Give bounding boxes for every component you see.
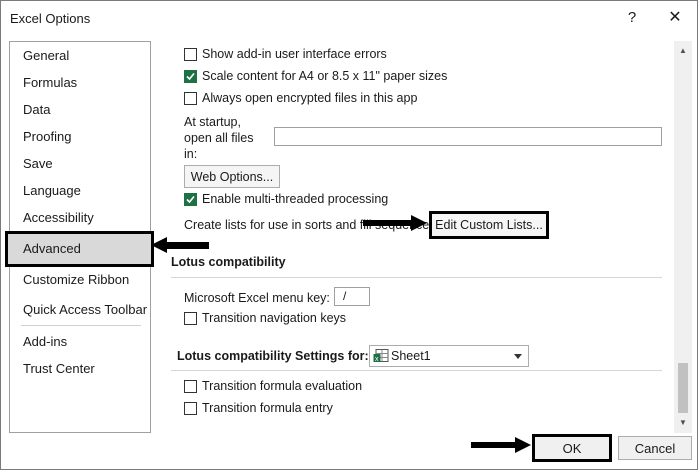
advanced-options-panel: Show add-in user interface errors Scale …: [171, 41, 677, 433]
help-icon[interactable]: ?: [620, 7, 644, 29]
sidebar-divider: [21, 325, 141, 326]
sidebar-item-advanced[interactable]: Advanced: [5, 231, 154, 267]
scale-content-checkbox[interactable]: [184, 69, 197, 83]
startup-label-line-2: open all files: [184, 131, 254, 145]
cancel-button[interactable]: Cancel: [618, 436, 692, 460]
excel-options-dialog: Excel Options ? ✕ General Formulas Data …: [0, 0, 698, 470]
always-open-encrypted-label: Always open encrypted files in this app: [202, 91, 418, 105]
always-open-encrypted-checkbox[interactable]: [184, 91, 197, 105]
sidebar-item-accessibility[interactable]: Accessibility: [10, 206, 150, 230]
show-addin-errors-label: Show add-in user interface errors: [202, 47, 387, 61]
sidebar-item-customize-ribbon[interactable]: Customize Ribbon: [10, 268, 150, 292]
scrollbar-thumb[interactable]: [678, 363, 688, 413]
title-bar: Excel Options ? ✕: [1, 1, 697, 35]
transition-formula-eval-row[interactable]: Transition formula evaluation: [184, 379, 362, 393]
menu-key-input[interactable]: /: [334, 287, 370, 306]
always-open-encrypted-row[interactable]: Always open encrypted files in this app: [184, 91, 417, 105]
transition-formula-entry-row[interactable]: Transition formula entry: [184, 401, 333, 415]
arrow-pointer-icon: [363, 215, 427, 231]
scale-content-row[interactable]: Scale content for A4 or 8.5 x 11" paper …: [184, 69, 447, 83]
edit-custom-lists-button[interactable]: Edit Custom Lists...: [429, 211, 549, 239]
transition-formula-eval-label: Transition formula evaluation: [202, 379, 363, 393]
scale-content-label: Scale content for A4 or 8.5 x 11" paper …: [202, 69, 448, 83]
section-divider: [171, 370, 662, 371]
show-addin-errors-checkbox[interactable]: [184, 47, 197, 61]
sidebar-item-data[interactable]: Data: [10, 98, 150, 122]
scroll-up-icon[interactable]: ▲: [674, 43, 692, 59]
sidebar-item-trust-center[interactable]: Trust Center: [10, 357, 150, 381]
transition-formula-eval-checkbox[interactable]: [184, 379, 197, 393]
transition-formula-entry-checkbox[interactable]: [184, 401, 197, 415]
options-sidebar: General Formulas Data Proofing Save Lang…: [5, 41, 154, 433]
multi-threaded-row[interactable]: Enable multi-threaded processing: [184, 192, 388, 206]
lotus-settings-heading: Lotus compatibility Settings for:: [177, 349, 369, 363]
show-addin-errors-row[interactable]: Show add-in user interface errors: [184, 47, 387, 61]
check-icon: [186, 72, 195, 80]
startup-folder-input[interactable]: [274, 127, 662, 146]
transition-formula-entry-label: Transition formula entry: [202, 401, 333, 415]
transition-nav-keys-checkbox[interactable]: [184, 311, 197, 325]
lotus-compatibility-heading: Lotus compatibility: [171, 255, 286, 269]
vertical-scrollbar[interactable]: ▲ ▼: [674, 41, 692, 433]
sheet-icon: x: [373, 349, 389, 363]
sidebar-item-save[interactable]: Save: [10, 152, 150, 176]
sidebar-item-quick-access-toolbar[interactable]: Quick Access Toolbar: [10, 298, 150, 322]
sidebar-item-formulas[interactable]: Formulas: [10, 71, 150, 95]
multi-threaded-label: Enable multi-threaded processing: [202, 192, 389, 206]
arrow-pointer-icon: [471, 437, 531, 453]
transition-nav-keys-label: Transition navigation keys: [202, 311, 347, 325]
sidebar-item-add-ins[interactable]: Add-ins: [10, 330, 150, 354]
transition-nav-keys-row[interactable]: Transition navigation keys: [184, 311, 346, 325]
svg-text:x: x: [375, 356, 379, 363]
lotus-sheet-select[interactable]: x Sheet1: [369, 345, 529, 367]
scroll-down-icon[interactable]: ▼: [674, 415, 692, 431]
window-title: Excel Options: [10, 11, 91, 26]
sidebar-item-proofing[interactable]: Proofing: [10, 125, 150, 149]
section-divider: [171, 277, 662, 278]
chevron-down-icon[interactable]: [514, 354, 522, 359]
menu-key-label: Microsoft Excel menu key:: [184, 291, 330, 305]
multi-threaded-checkbox[interactable]: [184, 192, 197, 206]
close-icon[interactable]: ✕: [663, 7, 687, 29]
ok-button[interactable]: OK: [532, 434, 612, 462]
lotus-sheet-value: Sheet1: [391, 349, 431, 363]
web-options-button[interactable]: Web Options...: [184, 165, 280, 188]
sidebar-item-general[interactable]: General: [10, 44, 150, 68]
startup-label-line-1: At startup,: [184, 115, 241, 129]
sidebar-item-language[interactable]: Language: [10, 179, 150, 203]
startup-folder-label: At startup, open all files in:: [184, 114, 254, 162]
startup-label-line-3: in:: [184, 147, 198, 161]
check-icon: [186, 195, 195, 203]
